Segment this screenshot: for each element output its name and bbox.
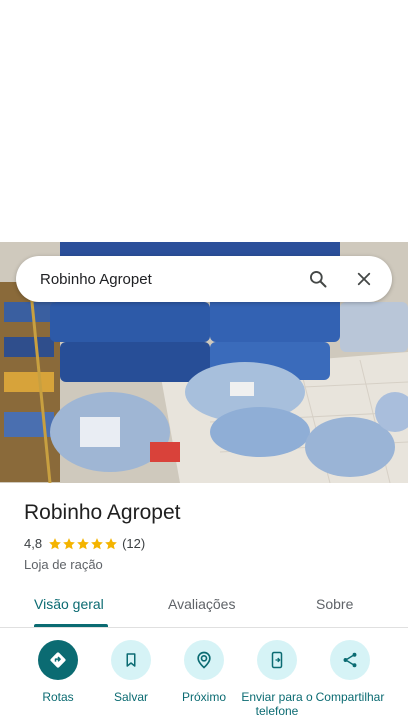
directions-button[interactable]: Rotas (18, 640, 98, 704)
send-to-phone-label: Enviar para o telefone (241, 690, 313, 718)
share-button[interactable]: Compartilhar (310, 640, 390, 704)
send-to-phone-button[interactable]: Enviar para o telefone (237, 640, 317, 718)
nearby-label: Próximo (181, 690, 226, 704)
tab-overview[interactable]: Visão geral (34, 596, 104, 612)
save-label: Salvar (113, 690, 148, 704)
directions-icon (38, 640, 78, 680)
star-icon (105, 537, 117, 549)
action-bar: Rotas Salvar Próximo Enviar para o telef… (0, 640, 408, 726)
star-icon (49, 537, 61, 549)
search-icon[interactable] (298, 259, 338, 299)
star-icon (77, 537, 89, 549)
nearby-icon (184, 640, 224, 680)
star-icon (63, 537, 75, 549)
place-category: Loja de ração (24, 557, 103, 572)
bookmark-icon (111, 640, 151, 680)
share-label: Compartilhar (315, 690, 385, 704)
nearby-button[interactable]: Próximo (164, 640, 244, 704)
place-title: Robinho Agropet (24, 501, 181, 524)
tab-reviews[interactable]: Avaliações (168, 596, 235, 612)
active-tab-indicator (34, 624, 108, 627)
tab-about[interactable]: Sobre (316, 596, 353, 612)
review-count: (12) (122, 536, 146, 551)
share-icon (330, 640, 370, 680)
star-icon (91, 537, 103, 549)
rating-value: 4,8 (24, 536, 43, 551)
place-screen: Robinho Agropet Robinho Agropet 4,8 (12)… (0, 0, 408, 726)
send-to-phone-icon (257, 640, 297, 680)
tab-bar: Visão geral Avaliações Sobre (0, 586, 408, 628)
search-input[interactable]: Robinho Agropet (40, 271, 298, 288)
close-icon[interactable] (344, 259, 384, 299)
save-button[interactable]: Salvar (91, 640, 171, 704)
search-bar[interactable]: Robinho Agropet (16, 256, 392, 302)
star-rating (48, 537, 118, 551)
rating-row[interactable]: 4,8 (12) (24, 536, 145, 551)
directions-label: Rotas (42, 690, 74, 704)
